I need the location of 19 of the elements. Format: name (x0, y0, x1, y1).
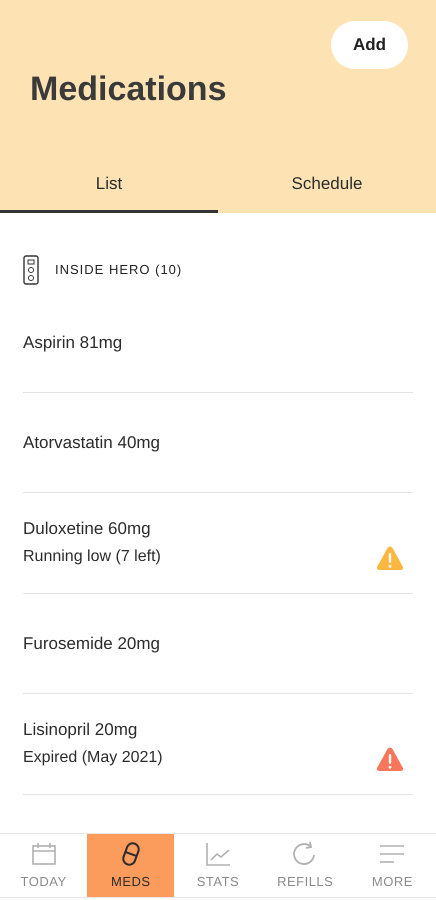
medication-status: Running low (7 left) (23, 547, 161, 567)
medication-row[interactable]: Aspirin 81mg (23, 293, 413, 393)
tab[interactable]: List (0, 160, 218, 213)
tab[interactable]: Schedule (218, 160, 436, 213)
medication-row[interactable]: Duloxetine 60mg Running low (7 left) (23, 493, 413, 594)
add-button[interactable]: Add (330, 21, 408, 68)
medication-name: Duloxetine 60mg (23, 518, 152, 540)
medication-name: Atorvastatin 40mg (23, 432, 160, 454)
nav-tab[interactable]: MEDS (87, 834, 174, 897)
medication-name: Lisinopril 20mg (23, 719, 138, 741)
medication-row[interactable]: Atorvastatin 40mg (23, 393, 413, 493)
medication-name: Aspirin 81mg (23, 332, 122, 354)
group-label: INSIDE HERO (10) (55, 261, 182, 280)
pill-organizer-icon (23, 255, 39, 285)
medication-row[interactable]: Furosemide 20mg (23, 594, 413, 694)
medication-status: Expired (May 2021) (23, 748, 163, 768)
medication-name: Furosemide 20mg (23, 632, 160, 654)
medication-row[interactable]: Lisinopril 20mg Expired (May 2021) (23, 694, 413, 795)
page-title: Medications (29, 68, 228, 110)
